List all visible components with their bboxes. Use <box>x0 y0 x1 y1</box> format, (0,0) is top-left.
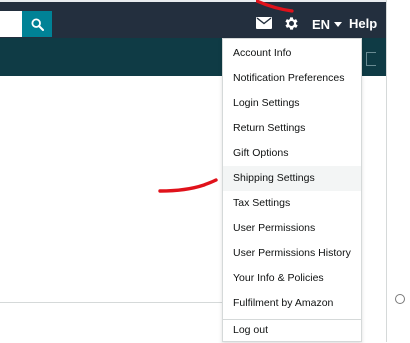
chevron-down-icon <box>334 21 343 27</box>
search-icon <box>30 17 44 31</box>
menu-item-gift-options[interactable]: Gift Options <box>223 141 361 166</box>
search-input[interactable] <box>0 11 22 37</box>
menu-item-return-settings[interactable]: Return Settings <box>223 116 361 141</box>
resize-handle[interactable] <box>395 294 405 304</box>
menu-item-tax-settings[interactable]: Tax Settings <box>223 191 361 216</box>
menu-item-user-permissions[interactable]: User Permissions <box>223 216 361 241</box>
menu-item-shipping-settings[interactable]: Shipping Settings <box>223 166 361 191</box>
menu-item-account-info[interactable]: Account Info <box>223 41 361 66</box>
gear-icon[interactable] <box>283 15 300 32</box>
help-link[interactable]: Help <box>349 15 377 33</box>
mail-icon[interactable] <box>256 17 272 29</box>
menu-item-user-permissions-history[interactable]: User Permissions History <box>223 241 361 266</box>
content-divider <box>0 302 222 303</box>
menu-item-fulfilment-by-amazon[interactable]: Fulfilment by Amazon <box>223 291 361 316</box>
search-button[interactable] <box>22 11 52 37</box>
secondary-nav-control[interactable] <box>366 52 376 66</box>
language-selector[interactable]: EN <box>312 15 343 33</box>
menu-item-notification-preferences[interactable]: Notification Preferences <box>223 66 361 91</box>
menu-item-login-settings[interactable]: Login Settings <box>223 91 361 116</box>
language-label: EN <box>312 16 331 32</box>
annotation-mark-arrow <box>158 178 218 193</box>
top-header-bar: EN Help <box>0 2 386 38</box>
menu-item-your-info-policies[interactable]: Your Info & Policies <box>223 266 361 291</box>
settings-dropdown-menu: Account Info Notification Preferences Lo… <box>222 38 362 342</box>
menu-item-log-out[interactable]: Log out <box>223 318 361 343</box>
page-right-border <box>386 0 387 342</box>
